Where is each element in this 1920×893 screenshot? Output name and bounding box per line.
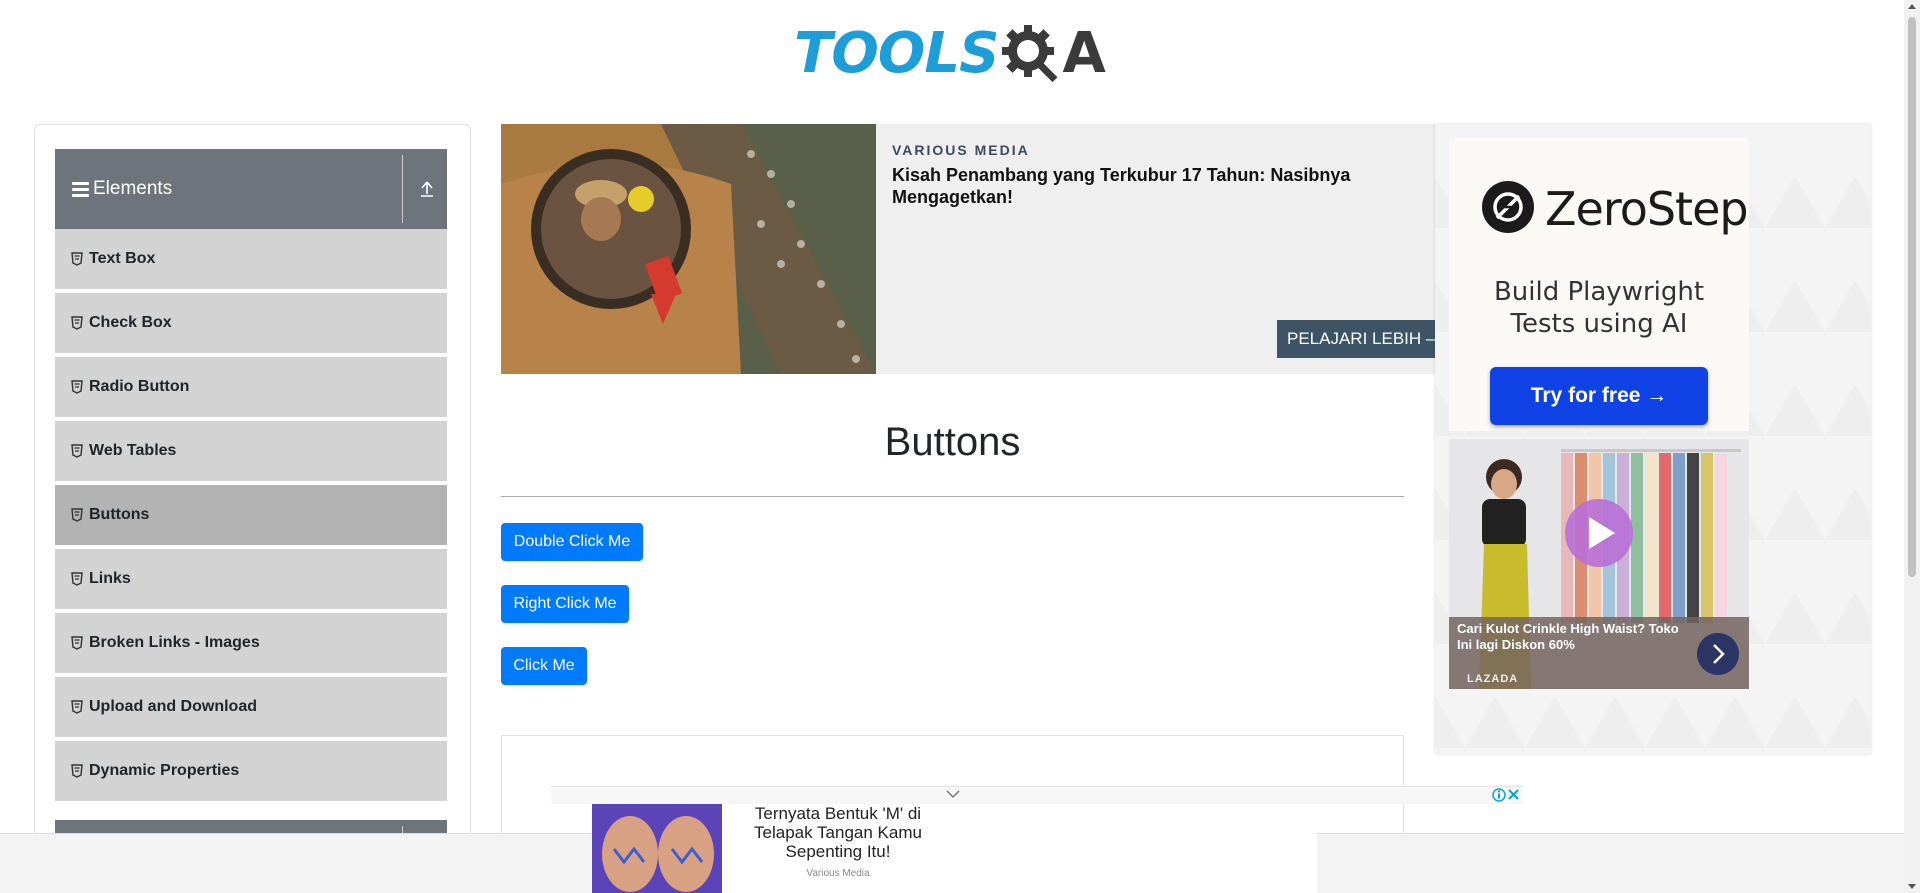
try-for-free-button[interactable]: Try for free → [1490, 367, 1708, 425]
html5-icon [71, 380, 83, 394]
sidebar-item-links[interactable]: Links [55, 549, 447, 611]
scroll-down-arrow-icon[interactable] [1908, 884, 1916, 889]
video-caption: Cari Kulot Crinkle High Waist? Toko Ini … [1457, 621, 1679, 652]
bottom-sticky-ad[interactable]: Ternyata Bentuk 'M' di Telapak Tangan Ka… [551, 786, 1523, 893]
zerostep-logo-icon [1482, 181, 1534, 233]
click-me-button[interactable]: Click Me [501, 647, 587, 685]
sidebar-item-label: Web Tables [89, 442, 177, 459]
sidebar-item-label: Broken Links - Images [89, 634, 260, 651]
html5-icon [71, 572, 83, 586]
video-caption-panel: Cari Kulot Crinkle High Waist? Toko Ini … [1449, 617, 1749, 689]
html5-icon [71, 508, 83, 522]
scroll-up-arrow-icon[interactable] [1908, 4, 1916, 9]
sidebar-item-web-tables[interactable]: Web Tables [55, 421, 447, 483]
double-click-button[interactable]: Double Click Me [501, 523, 643, 561]
sidebar-item-label: Buttons [89, 506, 150, 523]
page-scrollbar[interactable] [1904, 0, 1920, 893]
chevron-right-icon[interactable] [1697, 633, 1739, 675]
sidebar-item-radio-button[interactable]: Radio Button [55, 357, 447, 419]
divider [402, 155, 403, 223]
sidebar-item-label: Text Box [89, 250, 156, 267]
page-title: Buttons [884, 420, 1021, 464]
sidebar-item-label: Dynamic Properties [89, 762, 240, 779]
ad-choices-close-icon[interactable] [1491, 787, 1521, 803]
sidebar-item-label: Radio Button [89, 378, 190, 395]
ad-cta-button[interactable]: PELAJARI LEBIH – [1277, 320, 1457, 358]
toolsqa-logo[interactable]: TOOLS A [794, 16, 1116, 92]
video-brand: LAZADA [1467, 673, 1519, 685]
html5-icon [71, 700, 83, 714]
html5-icon [71, 636, 83, 650]
tagline-line-2: Tests using AI [1510, 309, 1688, 339]
zerostep-ad[interactable]: ZeroStep Build Playwright Tests using AI… [1449, 138, 1749, 431]
ad-image-miner [501, 124, 876, 374]
tagline-line-1: Build Playwright [1493, 277, 1705, 307]
sidebar-item-broken-links-images[interactable]: Broken Links - Images [55, 613, 447, 675]
bottom-ad-card[interactable]: Ternyata Bentuk 'M' di Telapak Tangan Ka… [592, 804, 1317, 893]
sidebar-item-label: Upload and Download [89, 698, 257, 715]
sidebar-group-elements[interactable]: Elements [55, 149, 447, 229]
scrollbar-thumb[interactable] [1908, 17, 1916, 577]
sidebar-group-title: Elements [93, 178, 173, 199]
sidebar-item-text-box[interactable]: Text Box [55, 229, 447, 291]
title-divider [501, 496, 1404, 497]
hamburger-icon [72, 181, 89, 197]
sidebar-item-buttons[interactable]: Buttons [55, 485, 447, 547]
ad-source: VARIOUS MEDIA [892, 142, 1030, 158]
bottom-ad-text[interactable]: Ternyata Bentuk 'M' di Telapak Tangan Ka… [738, 804, 938, 861]
top-ad-banner[interactable]: VARIOUS MEDIA Kisah Penambang yang Terku… [501, 124, 1457, 374]
right-click-button[interactable]: Right Click Me [501, 585, 629, 623]
sidebar-item-label: Check Box [89, 314, 172, 331]
sidebar-item-upload-and-download[interactable]: Upload and Download [55, 677, 447, 739]
sidebar-item-check-box[interactable]: Check Box [55, 293, 447, 355]
page: TOOLS A Elements Text Box Check Box Radi… [0, 0, 1920, 893]
html5-icon [71, 316, 83, 330]
zerostep-brand: ZeroStep [1545, 182, 1749, 236]
right-ad: ZeroStep Build Playwright Tests using AI… [1435, 124, 1871, 754]
lazada-video-ad[interactable]: Cari Kulot Crinkle High Waist? Toko Ini … [1449, 439, 1749, 689]
html5-icon [71, 252, 83, 266]
ad-thumbnail-hands [592, 804, 722, 893]
html5-icon [71, 764, 83, 778]
zerostep-tagline: Build Playwright Tests using AI [1449, 276, 1749, 340]
sidebar-item-label: Links [89, 570, 131, 587]
gear-magnifier-icon [1002, 25, 1058, 83]
chevron-down-icon[interactable] [945, 788, 961, 800]
html5-icon [71, 444, 83, 458]
collapse-up-icon[interactable] [419, 179, 435, 199]
logo-text-a: A [1062, 21, 1106, 86]
ad-top-strip [551, 786, 1523, 804]
bottom-ad-source: Various Media [806, 868, 870, 879]
sidebar-item-dynamic-properties[interactable]: Dynamic Properties [55, 741, 447, 803]
ad-headline[interactable]: Kisah Penambang yang Terkubur 17 Tahun: … [892, 164, 1412, 208]
logo-text-tools: TOOLS [794, 21, 999, 86]
